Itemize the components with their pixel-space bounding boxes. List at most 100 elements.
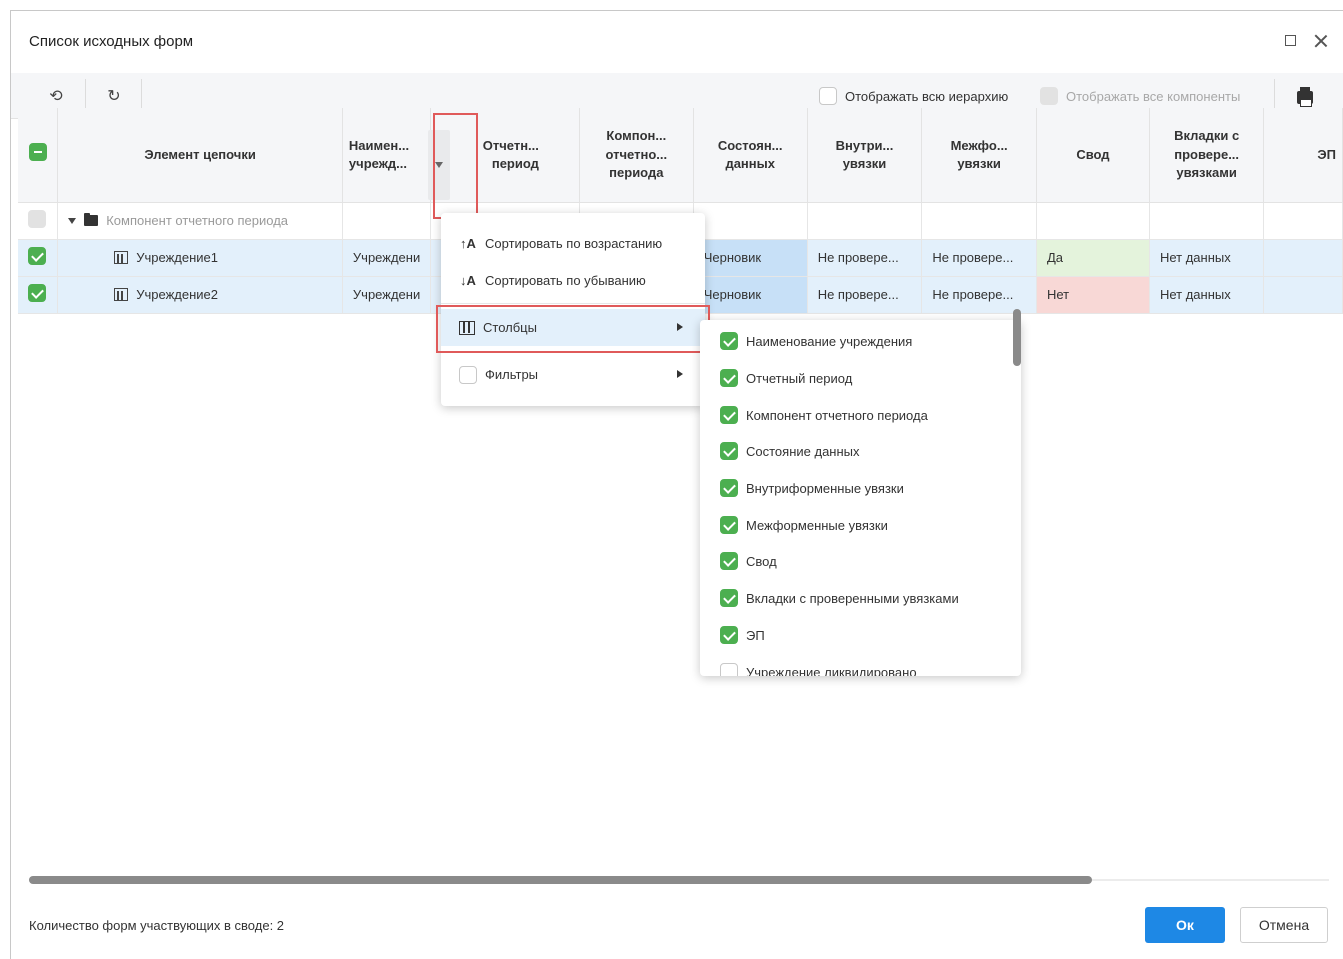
group-label: Компонент отчетного периода: [106, 213, 289, 228]
group-checkbox[interactable]: [28, 210, 46, 228]
organization-icon: [114, 288, 129, 301]
forms-count-text: Количество форм участвующих в своде: 2: [29, 918, 285, 933]
row-tabs: Нет данных: [1149, 239, 1265, 277]
column-toggle-item[interactable]: Внутриформенные увязки: [720, 478, 904, 498]
maximize-icon[interactable]: [1283, 33, 1299, 49]
column-context-menu: ↑A Сортировать по возрастанию ↓A Сортиро…: [441, 213, 705, 406]
close-icon[interactable]: [1313, 33, 1329, 49]
header-select-all[interactable]: [18, 108, 59, 203]
column-label: ЭП: [746, 627, 765, 643]
column-checkbox[interactable]: [720, 663, 738, 676]
horizontal-scrollbar[interactable]: [29, 876, 1092, 884]
column-checkbox[interactable]: [720, 589, 738, 607]
chevron-right-icon: [677, 323, 683, 331]
sort-ascending-icon: ↑A: [460, 236, 476, 251]
row-inter: Не провере...: [921, 276, 1037, 314]
show-components-label: Отображать все компоненты: [1066, 88, 1241, 104]
column-checkbox[interactable]: [720, 442, 738, 460]
header-chain-element[interactable]: Элемент цепочки: [57, 108, 343, 203]
header-period[interactable]: Отчетн... период: [430, 108, 580, 203]
column-label: Состояние данных: [746, 443, 860, 459]
cancel-button[interactable]: Отмена: [1240, 907, 1328, 943]
row-name: Учреждение1: [136, 250, 218, 265]
sort-ascending-label: Сортировать по возрастанию: [485, 236, 663, 251]
row-inter: Не провере...: [921, 239, 1037, 277]
header-ep[interactable]: ЭП: [1263, 108, 1343, 203]
columns-label: Столбцы: [483, 320, 537, 335]
column-checkbox[interactable]: [720, 406, 738, 424]
chevron-right-icon: [677, 370, 683, 378]
dialog-title: Список исходных форм: [29, 33, 194, 50]
column-label: Компонент отчетного периода: [746, 407, 928, 423]
column-checkbox[interactable]: [720, 369, 738, 387]
column-toggle-item[interactable]: Межформенные увязки: [720, 515, 888, 535]
sort-descending-icon: ↓A: [460, 273, 476, 288]
column-label: Учреждение ликвидировано: [746, 664, 917, 677]
header-org-name[interactable]: Наимен... учрежд...: [342, 108, 432, 203]
row-checkbox[interactable]: [28, 284, 46, 302]
row-summary: Нет: [1036, 276, 1150, 314]
submenu-scrollbar[interactable]: [1013, 309, 1021, 366]
column-toggle-item[interactable]: Компонент отчетного периода: [720, 405, 928, 425]
column-label: Отчетный период: [746, 370, 853, 386]
filters-checkbox[interactable]: [459, 365, 477, 384]
row-checkbox[interactable]: [28, 247, 46, 265]
column-toggle-item[interactable]: Отчетный период: [720, 368, 852, 388]
column-label: Внутриформенные увязки: [746, 480, 904, 496]
row-org: Учреждени: [342, 276, 432, 314]
header-internal-links[interactable]: Внутри... увязки: [807, 108, 923, 203]
show-hierarchy-option[interactable]: Отображать всю иерархию: [819, 87, 1008, 105]
columns-icon: [459, 320, 475, 335]
ok-button[interactable]: Ок: [1145, 907, 1225, 943]
filters-label: Фильтры: [485, 367, 539, 382]
refresh-icon[interactable]: ↻: [99, 81, 129, 111]
row-org: Учреждени: [342, 239, 432, 277]
filters-item[interactable]: Фильтры: [441, 356, 705, 393]
chevron-down-icon: [435, 162, 443, 168]
column-checkbox[interactable]: [720, 332, 738, 350]
show-hierarchy-label: Отображать всю иерархию: [845, 88, 1009, 104]
header-tabs[interactable]: Вкладки с провере... увязками: [1149, 108, 1265, 203]
column-label: Свод: [746, 553, 777, 569]
dialog-titlebar: Список исходных форм: [11, 11, 1343, 73]
show-components-checkbox: [1040, 87, 1058, 105]
column-menu-button[interactable]: [428, 130, 450, 200]
column-label: Межформенные увязки: [746, 517, 888, 533]
column-toggle-item[interactable]: ЭП: [720, 625, 765, 645]
column-toggle-item[interactable]: Наименование учреждения: [720, 331, 912, 351]
column-toggle-item[interactable]: Учреждение ликвидировано: [720, 662, 917, 676]
header-component[interactable]: Компон... отчетно... периода: [579, 108, 694, 203]
row-tabs: Нет данных: [1149, 276, 1265, 314]
header-inter-links[interactable]: Межфо... увязки: [921, 108, 1037, 203]
organization-icon: [114, 251, 129, 264]
sync-icon[interactable]: ⟲: [41, 81, 71, 111]
select-all-checkbox[interactable]: [28, 143, 47, 162]
print-icon[interactable]: [1297, 87, 1313, 107]
column-checkbox[interactable]: [720, 552, 738, 570]
column-toggle-item[interactable]: Состояние данных: [720, 441, 860, 461]
expand-caret-icon[interactable]: [68, 217, 77, 224]
column-label: Наименование учреждения: [746, 333, 913, 349]
header-state[interactable]: Состоян... данных: [693, 108, 808, 203]
folder-icon: [84, 213, 99, 226]
header-summary[interactable]: Свод: [1036, 108, 1150, 203]
column-checkbox[interactable]: [720, 626, 738, 644]
show-components-option: Отображать все компоненты: [1040, 87, 1240, 105]
row-internal: Не провере...: [807, 239, 923, 277]
columns-submenu: Наименование учреждения Отчетный период …: [700, 320, 1021, 676]
column-label: Вкладки с проверенными увязками: [746, 590, 959, 606]
row-name: Учреждение2: [136, 287, 218, 302]
column-toggle-item[interactable]: Вкладки с проверенными увязками: [720, 588, 959, 608]
row-summary: Да: [1036, 239, 1150, 277]
show-hierarchy-checkbox[interactable]: [819, 87, 837, 105]
sort-ascending-item[interactable]: ↑A Сортировать по возрастанию: [441, 225, 705, 262]
row-internal: Не провере...: [807, 276, 923, 314]
sort-descending-item[interactable]: ↓A Сортировать по убыванию: [441, 262, 705, 299]
column-checkbox[interactable]: [720, 479, 738, 497]
column-checkbox[interactable]: [720, 516, 738, 534]
row-state: Черновик: [693, 239, 808, 277]
columns-item[interactable]: Столбцы: [441, 309, 705, 346]
column-toggle-item[interactable]: Свод: [720, 551, 777, 571]
row-state: Черновик: [693, 276, 808, 314]
sort-descending-label: Сортировать по убыванию: [485, 273, 646, 288]
